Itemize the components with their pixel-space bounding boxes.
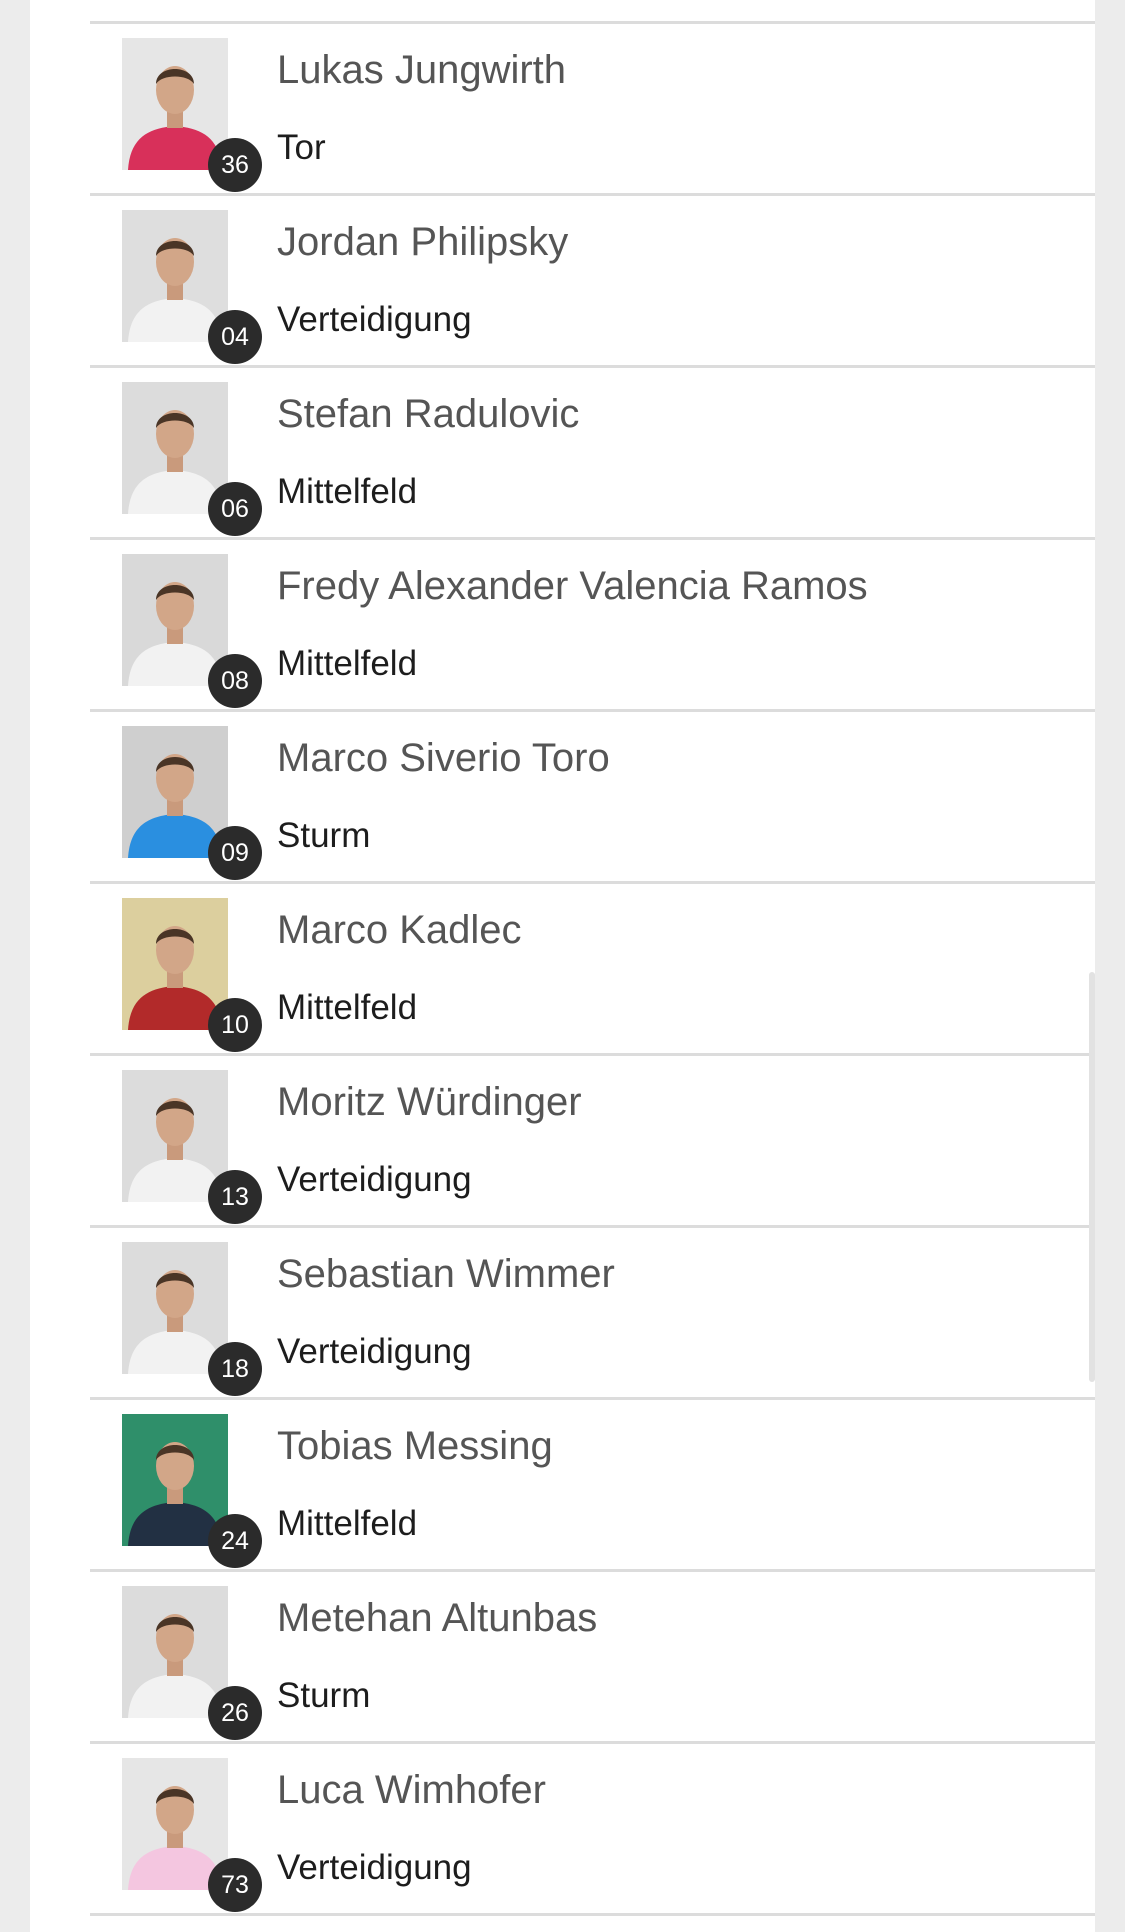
player-list: 36 Lukas Jungwirth Tor 04 Jordan Philips… — [90, 24, 1095, 1916]
player-position: Mittelfeld — [277, 644, 418, 683]
jersey-number-badge: 18 — [208, 1342, 262, 1396]
jersey-number-badge: 24 — [208, 1514, 262, 1568]
jersey-number-badge: 04 — [208, 310, 262, 364]
player-name: Metehan Altunbas — [277, 1596, 598, 1640]
player-position: Sturm — [277, 1676, 371, 1715]
jersey-number-badge: 73 — [208, 1858, 262, 1912]
player-row[interactable]: 04 Jordan Philipsky Verteidigung — [90, 196, 1095, 368]
player-name: Tobias Messing — [277, 1424, 553, 1468]
jersey-number-badge: 10 — [208, 998, 262, 1052]
player-position: Verteidigung — [277, 1848, 472, 1887]
player-position: Verteidigung — [277, 300, 472, 339]
player-row[interactable]: 10 Marco Kadlec Mittelfeld — [90, 884, 1095, 1056]
jersey-number-badge: 13 — [208, 1170, 262, 1224]
player-row[interactable]: 09 Marco Siverio Toro Sturm — [90, 712, 1095, 884]
player-name: Jordan Philipsky — [277, 220, 569, 264]
player-name: Stefan Radulovic — [277, 392, 580, 436]
player-row[interactable]: 13 Moritz Würdinger Verteidigung — [90, 1056, 1095, 1228]
scrollbar-thumb[interactable] — [1089, 972, 1095, 1382]
player-position: Mittelfeld — [277, 472, 418, 511]
jersey-number-badge: 36 — [208, 138, 262, 192]
player-row[interactable]: 73 Luca Wimhofer Verteidigung — [90, 1744, 1095, 1916]
player-position: Mittelfeld — [277, 988, 418, 1027]
player-row[interactable]: 24 Tobias Messing Mittelfeld — [90, 1400, 1095, 1572]
jersey-number-badge: 06 — [208, 482, 262, 536]
player-row[interactable]: 06 Stefan Radulovic Mittelfeld — [90, 368, 1095, 540]
player-row[interactable]: 08 Fredy Alexander Valencia Ramos Mittel… — [90, 540, 1095, 712]
jersey-number-badge: 08 — [208, 654, 262, 708]
player-name: Luca Wimhofer — [277, 1768, 546, 1812]
player-name: Sebastian Wimmer — [277, 1252, 615, 1296]
player-position: Mittelfeld — [277, 1504, 418, 1543]
player-name: Moritz Würdinger — [277, 1080, 582, 1124]
player-name: Marco Siverio Toro — [277, 736, 610, 780]
player-row[interactable]: 18 Sebastian Wimmer Verteidigung — [90, 1228, 1095, 1400]
player-position: Tor — [277, 128, 326, 167]
jersey-number-badge: 09 — [208, 826, 262, 880]
player-position: Verteidigung — [277, 1160, 472, 1199]
player-row[interactable]: 26 Metehan Altunbas Sturm — [90, 1572, 1095, 1744]
player-name: Marco Kadlec — [277, 908, 522, 952]
squad-card: 36 Lukas Jungwirth Tor 04 Jordan Philips… — [30, 0, 1095, 1932]
player-position: Sturm — [277, 816, 371, 855]
player-name: Fredy Alexander Valencia Ramos — [277, 564, 868, 608]
player-name: Lukas Jungwirth — [277, 48, 567, 92]
jersey-number-badge: 26 — [208, 1686, 262, 1740]
player-row[interactable]: 36 Lukas Jungwirth Tor — [90, 24, 1095, 196]
player-position: Verteidigung — [277, 1332, 472, 1371]
